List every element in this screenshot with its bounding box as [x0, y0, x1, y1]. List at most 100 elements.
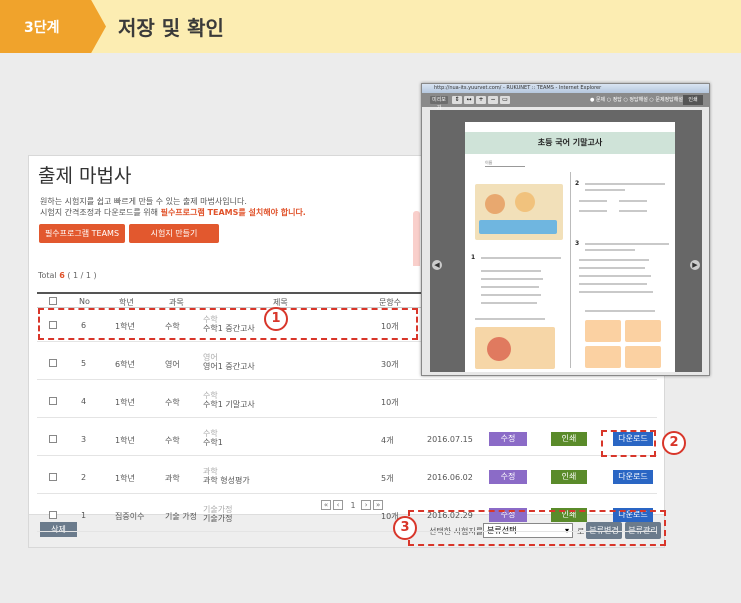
row-grade: 집중이수	[115, 512, 145, 521]
desk-illustration	[479, 220, 557, 234]
total-label: Total	[38, 271, 57, 280]
row-subject: 영어	[165, 360, 180, 369]
page-icon[interactable]: ▭	[500, 96, 510, 104]
table-row[interactable]: 2 1학년 과학 과학 과학 형성평가 5개 2016.06.02 수정 인쇄 다운로드	[37, 461, 657, 494]
row-checkbox[interactable]	[49, 473, 57, 483]
text-line	[481, 294, 541, 296]
callout-box-1	[38, 308, 418, 340]
next-page-icon[interactable]: ▶	[690, 260, 700, 270]
edit-button[interactable]: 수정	[489, 432, 527, 446]
row-count: 5개	[381, 474, 394, 483]
total-pages: ( 1 / 1 )	[67, 271, 97, 280]
row-subject: 기술 가정	[165, 512, 197, 521]
row-title[interactable]: 과학 형성평가	[203, 475, 250, 486]
callout-box-2	[601, 430, 656, 457]
text-line	[585, 249, 635, 251]
row-count: 4개	[381, 436, 394, 445]
row-title[interactable]: 수학1	[203, 437, 223, 448]
row-no: 1	[81, 511, 87, 520]
zoom-in-icon[interactable]: +	[476, 96, 486, 104]
prev-page-icon[interactable]: ◀	[432, 260, 442, 270]
row-date: 2016.07.15	[427, 435, 473, 444]
child-illustration	[515, 192, 535, 212]
text-line	[481, 270, 541, 272]
text-line	[579, 275, 651, 277]
row-subject: 수학	[165, 436, 180, 445]
table-row[interactable]: 4 1학년 수학 수학 수학1 기말고사 10개	[37, 385, 657, 418]
answer-options[interactable]: ● 문제 ○ 정답 ○ 정답해설 ○ 문제정답해설	[590, 96, 683, 103]
zoom-out-icon[interactable]: −	[488, 96, 498, 104]
col-no: No	[79, 297, 90, 306]
row-grade: 6학년	[115, 360, 135, 369]
preview-window: http://nua-its.yuurvet.com/ - RUKUNET ::…	[421, 83, 710, 376]
col-subject: 과목	[169, 298, 184, 307]
row-no: 5	[81, 359, 87, 368]
text-line	[481, 302, 537, 304]
child-illustration	[485, 194, 505, 214]
row-checkbox[interactable]	[49, 435, 57, 445]
make-exam-button[interactable]: 시험지 만들기	[129, 224, 219, 243]
callout-box-3	[408, 510, 666, 546]
total-count: Total 6 ( 1 / 1 )	[38, 271, 97, 280]
window-titlebar: http://nua-its.yuurvet.com/ - RUKUNET ::…	[422, 84, 709, 93]
row-no: 3	[81, 435, 87, 444]
text-line	[585, 189, 625, 191]
callout-number-3: 3	[393, 516, 417, 540]
text-line	[585, 243, 669, 245]
text-line	[619, 200, 647, 202]
row-title[interactable]: 수학1 기말고사	[203, 399, 255, 410]
description-prefix: 시험지 간격조정과 다운로드를 위해	[40, 208, 161, 217]
document-viewer: ◀ ▶ 초등 국어 기말고사 이름 1 2 3	[430, 110, 702, 372]
text-line	[475, 318, 545, 320]
step-label: 3단계	[24, 20, 60, 36]
text-line	[579, 210, 607, 212]
fit-icon[interactable]: ⇕	[452, 96, 462, 104]
row-title[interactable]: 기술가정	[203, 513, 232, 524]
text-line	[481, 278, 543, 280]
text-line	[579, 291, 653, 293]
row-no: 2	[81, 473, 87, 482]
popup-print-button[interactable]: 인쇄	[683, 95, 703, 105]
row-grade: 1학년	[115, 436, 135, 445]
download-button[interactable]: 다운로드	[613, 470, 653, 484]
row-title[interactable]: 영어1 중간고사	[203, 361, 255, 372]
width-icon[interactable]: ↔	[464, 96, 474, 104]
col-count: 문항수	[379, 298, 402, 307]
exam-document: 초등 국어 기말고사 이름 1 2 3	[465, 122, 675, 372]
row-checkbox[interactable]	[49, 511, 57, 521]
edit-button[interactable]: 수정	[489, 470, 527, 484]
print-button[interactable]: 인쇄	[551, 432, 587, 446]
description-line-2: 시험지 간격조정과 다운로드를 위해 필수프로그램 TEAMS를 설치해야 합니…	[40, 207, 306, 218]
row-grade: 1학년	[115, 474, 135, 483]
table-row[interactable]: 3 1학년 수학 수학 수학1 4개 2016.07.15 수정 인쇄 다운로드	[37, 423, 657, 456]
panel-title: 출제 마법사	[38, 165, 132, 187]
doc-name-field: 이름	[485, 160, 525, 167]
question-2-number: 2	[575, 180, 580, 187]
picture-d	[625, 346, 661, 368]
text-line	[481, 257, 561, 259]
total-number: 6	[59, 271, 65, 280]
preview-toolbar: 미리보기 ⇕ ↔ + − ▭ ● 문제 ○ 정답 ○ 정답해설 ○ 문제정답해설…	[422, 93, 709, 111]
row-checkbox[interactable]	[49, 359, 57, 369]
text-line	[579, 267, 645, 269]
picture-a	[585, 320, 621, 342]
doc-title: 초등 국어 기말고사	[537, 138, 603, 147]
callout-number-1: 1	[264, 307, 288, 331]
row-checkbox[interactable]	[49, 397, 57, 407]
question-1-number: 1	[471, 254, 476, 261]
row-subject: 수학	[165, 398, 180, 407]
teams-program-button[interactable]: 필수프로그램 TEAMS	[39, 224, 125, 243]
select-all-checkbox[interactable]	[49, 297, 57, 307]
column-divider	[570, 172, 571, 368]
page-title: 저장 및 확인	[118, 16, 224, 40]
row-grade: 1학년	[115, 398, 135, 407]
print-button[interactable]: 인쇄	[551, 470, 587, 484]
text-line	[481, 286, 539, 288]
header-band: 3단계 저장 및 확인	[0, 0, 741, 53]
description-line-1: 원하는 시험지를 쉽고 빠르게 만들 수 있는 출제 마법사입니다.	[40, 197, 247, 206]
text-line	[579, 283, 647, 285]
preview-button[interactable]: 미리보기	[430, 96, 448, 111]
picture-c	[585, 346, 621, 368]
row-subject: 과학	[165, 474, 180, 483]
text-line	[585, 310, 655, 312]
